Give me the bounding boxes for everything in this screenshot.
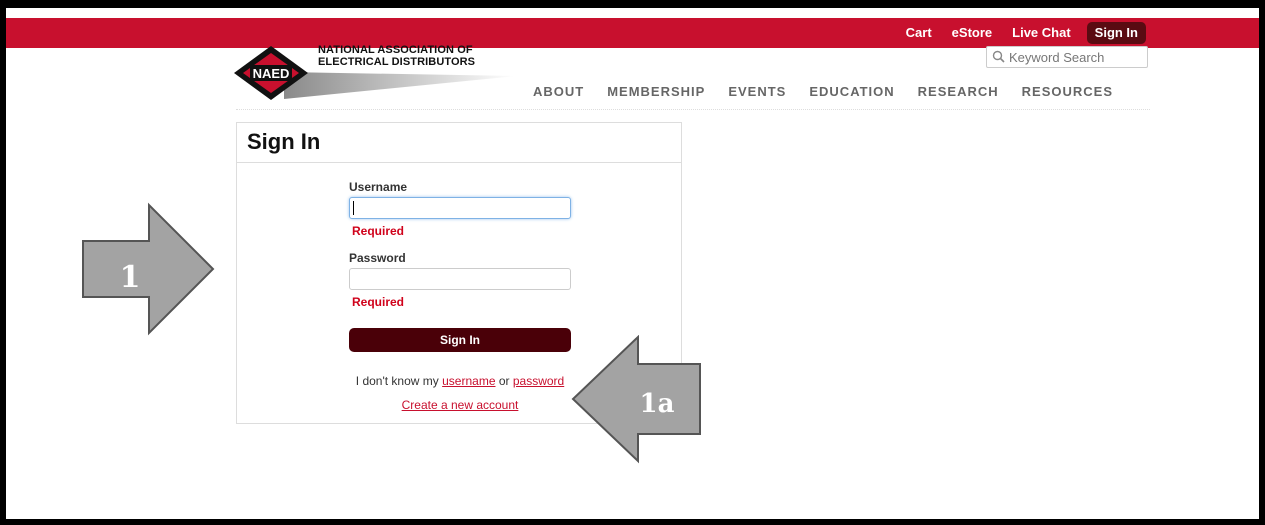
username-label: Username xyxy=(349,180,408,194)
live-chat-link[interactable]: Live Chat xyxy=(1002,22,1081,44)
nav-education[interactable]: EDUCATION xyxy=(809,84,894,99)
nav-membership[interactable]: MEMBERSHIP xyxy=(607,84,705,99)
sign-in-button[interactable]: Sign In xyxy=(349,328,571,352)
text-caret xyxy=(353,201,354,215)
arrow-1-label: 1 xyxy=(120,260,141,295)
arrow-1a-label: 1a xyxy=(640,389,675,419)
help-or: or xyxy=(498,374,510,388)
arrow-right-annotation: 1 xyxy=(82,202,215,336)
nav-research[interactable]: RESEARCH xyxy=(918,84,999,99)
logo-badge-text: NAED xyxy=(253,66,290,81)
top-utility-bar: Cart eStore Live Chat Sign In xyxy=(6,18,1259,48)
forgot-username-link[interactable]: username xyxy=(442,374,495,388)
naed-logo[interactable]: NAED NATIONAL ASSOCIATION OF ELECTRICAL … xyxy=(234,44,534,106)
logo-line-1: NATIONAL ASSOCIATION OF xyxy=(318,44,473,56)
password-field[interactable] xyxy=(349,268,571,290)
estore-link[interactable]: eStore xyxy=(942,22,1002,44)
logo-wordmark: NATIONAL ASSOCIATION OF ELECTRICAL DISTR… xyxy=(318,44,475,68)
panel-header: Sign In xyxy=(237,123,681,163)
cart-link[interactable]: Cart xyxy=(896,22,942,44)
nav-events[interactable]: EVENTS xyxy=(728,84,786,99)
nav-resources[interactable]: RESOURCES xyxy=(1022,84,1113,99)
help-prefix: I don't know my xyxy=(355,374,439,388)
logo-line-2: ELECTRICAL DISTRIBUTORS xyxy=(318,56,476,68)
search-icon xyxy=(992,50,1005,63)
nav-about[interactable]: ABOUT xyxy=(533,84,584,99)
keyword-search[interactable] xyxy=(986,46,1148,68)
password-label: Password xyxy=(349,251,406,265)
forgot-password-link[interactable]: password xyxy=(513,374,564,388)
username-field[interactable] xyxy=(349,197,571,219)
create-account-link[interactable]: Create a new account xyxy=(402,398,519,412)
arrow-left-annotation: 1a xyxy=(571,335,701,464)
browser-page: Cart eStore Live Chat Sign In NAED NATIO… xyxy=(6,8,1259,519)
top-sign-in-link[interactable]: Sign In xyxy=(1086,22,1146,44)
password-required-error: Required xyxy=(352,295,405,309)
page-title: Sign In xyxy=(247,129,321,154)
main-nav: ABOUT MEMBERSHIP EVENTS EDUCATION RESEAR… xyxy=(533,84,1113,99)
utility-nav: Cart eStore Live Chat Sign In xyxy=(896,18,1146,48)
header-divider xyxy=(236,109,1150,110)
username-required-error: Required xyxy=(352,224,405,238)
search-input[interactable] xyxy=(1007,49,1141,65)
